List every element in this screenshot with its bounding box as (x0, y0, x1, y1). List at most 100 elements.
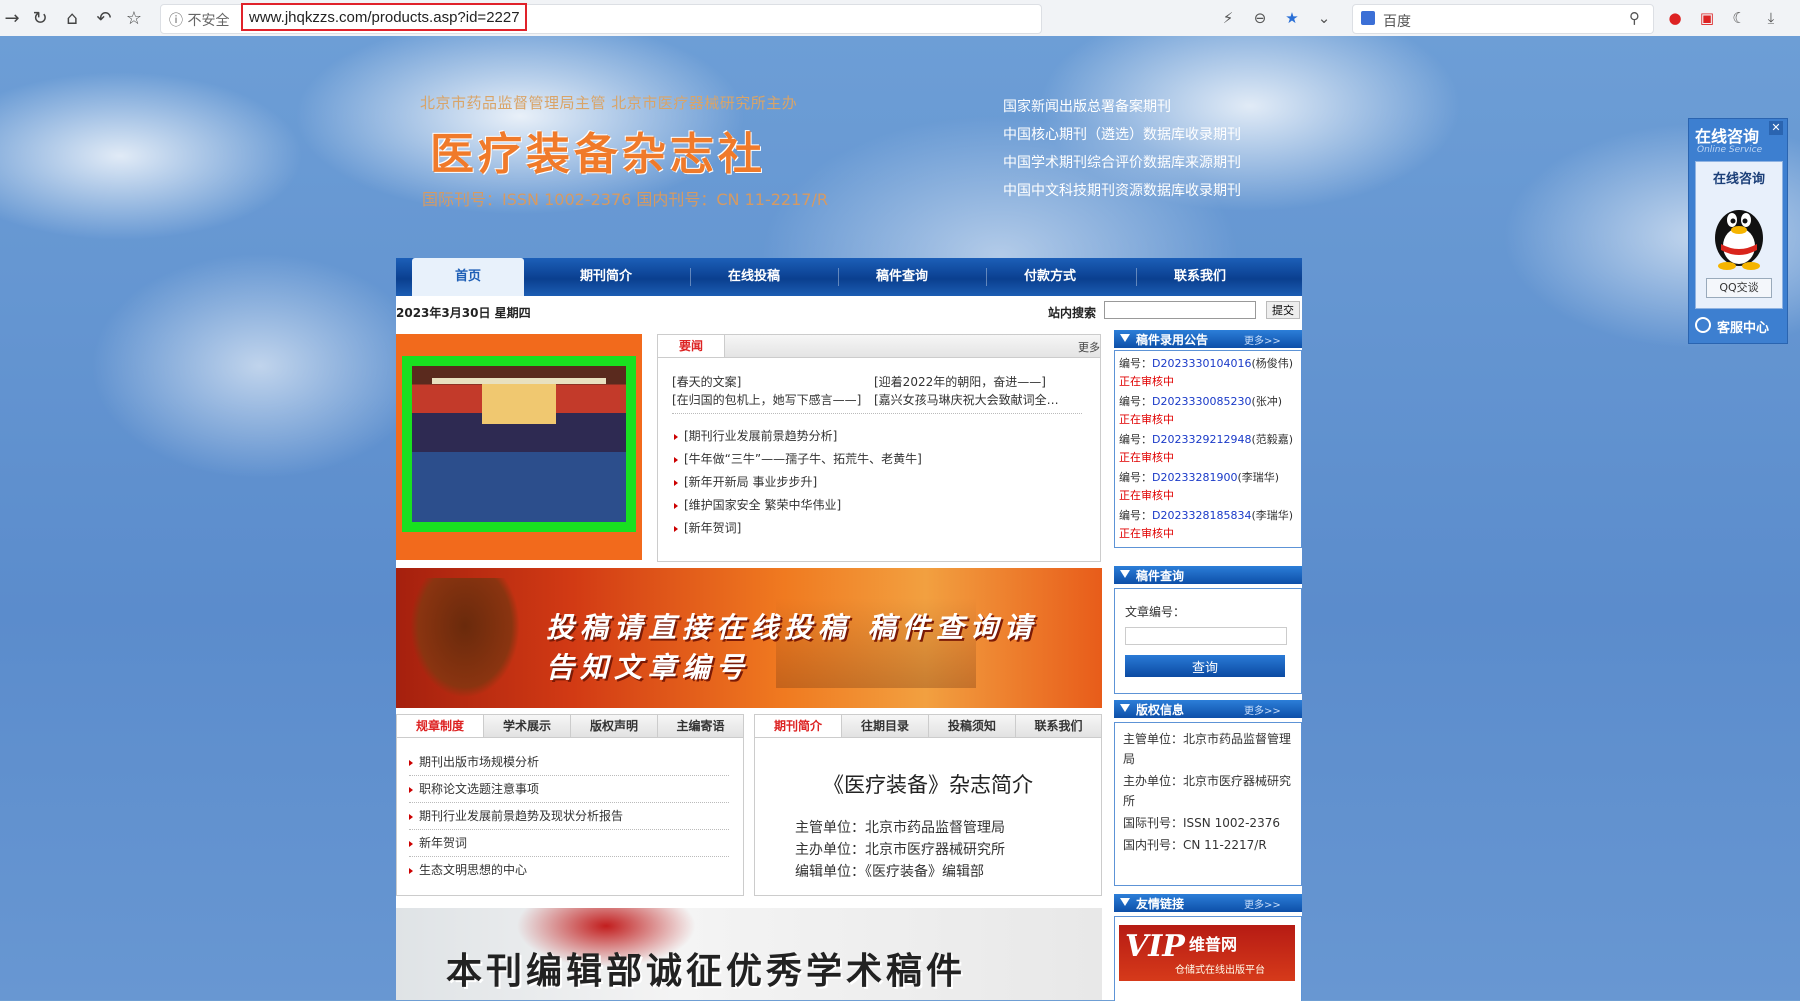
news-tab[interactable]: 要闻 (658, 335, 725, 357)
lion-statue-image (410, 578, 520, 698)
tab-journal-intro[interactable]: 期刊简介 (755, 715, 842, 737)
bookmark-star-icon[interactable]: ★ (1282, 8, 1302, 28)
query-panel: 文章编号： 查询 (1114, 588, 1302, 694)
news-list-item[interactable]: [牛年做“三牛”——孺子牛、拓荒牛、老黄牛] (674, 450, 922, 467)
chevron-down-icon[interactable]: ⌄ (1314, 8, 1334, 28)
undo-icon[interactable]: ↶ (92, 6, 116, 30)
news-divider (672, 413, 1082, 414)
tab-academic[interactable]: 学术展示 (484, 715, 571, 737)
reload-icon[interactable]: ↻ (28, 6, 52, 30)
news-more-link[interactable]: 更多 (1078, 339, 1100, 355)
record-status: 正在审核中 (1119, 489, 1174, 502)
forward-icon[interactable]: → (0, 6, 24, 30)
record-id-line[interactable]: 编号：D2023330104016(杨俊伟) (1119, 355, 1293, 371)
address-bar[interactable]: ⓘ 不安全 www.jhqkzzs.com/products.asp?id=22… (160, 3, 1042, 34)
close-icon[interactable]: ✕ (1769, 121, 1783, 135)
record-id-line[interactable]: 编号：D2023330085230(张冲) (1119, 393, 1282, 409)
records-more-link[interactable]: 更多>> (1244, 332, 1281, 347)
news-list-item[interactable]: [维护国家安全 繁荣中华伟业] (674, 496, 841, 513)
list-item[interactable]: 新年贺词 (409, 834, 729, 857)
query-button[interactable]: 查询 (1125, 655, 1285, 677)
tab-submission-guide[interactable]: 投稿须知 (929, 715, 1016, 737)
query-header: 稿件查询 (1114, 566, 1302, 584)
indexing-line: 中国学术期刊综合评价数据库来源期刊 (1003, 155, 1241, 171)
weibo-icon[interactable]: ● (1665, 8, 1685, 28)
copyright-more-link[interactable]: 更多>> (1244, 702, 1281, 717)
copyright-line: 国内刊号：CN 11-2217/R (1123, 838, 1267, 852)
banner-text-line2: 告知文章编号 (546, 651, 751, 684)
list-item[interactable]: 期刊出版市场规模分析 (409, 753, 729, 776)
copyright-title: 版权信息 (1136, 703, 1185, 717)
record-id-line[interactable]: 编号：D2023328185834(李瑞华) (1119, 507, 1293, 523)
browser-search-box[interactable]: 百度 ⚲ (1352, 4, 1654, 34)
query-title: 稿件查询 (1136, 569, 1185, 583)
news-list-item[interactable]: [新年贺词] (674, 519, 741, 536)
tab-regulations[interactable]: 规章制度 (397, 715, 484, 737)
url-text[interactable]: www.jhqkzzs.com/products.asp?id=2227 (249, 9, 520, 26)
news-headline[interactable]: [春天的文案] (672, 373, 872, 390)
browser-toolbar: → ↻ ⌂ ↶ ☆ ⓘ 不安全 www.jhqkzzs.com/products… (0, 0, 1800, 37)
news-headline[interactable]: [迎着2022年的朝阳，奋进——] (874, 373, 1094, 390)
nav-journal-intro[interactable]: 期刊简介 (550, 258, 662, 296)
article-id-label: 文章编号： (1125, 605, 1186, 619)
news-headline[interactable]: [嘉兴女孩马琳庆祝大会致献词全… (874, 391, 1094, 408)
record-id-line[interactable]: 编号：D20233281900(李瑞华) (1119, 469, 1279, 485)
tab-copyright[interactable]: 版权声明 (571, 715, 658, 737)
records-header: 稿件录用公告 更多>> (1114, 330, 1302, 348)
tab-contact[interactable]: 联系我们 (1016, 715, 1101, 737)
main-content: 2023年3月30日 星期四 站内搜索 提交 要闻 更多 [春天的文案] [在归… (396, 296, 1302, 1001)
zoom-icon[interactable]: ⊖ (1250, 8, 1270, 28)
service-center-label[interactable]: 客服中心 (1717, 317, 1769, 336)
moon-icon[interactable]: ☾ (1729, 8, 1749, 28)
intro-line: 编辑单位：《医疗装备》编辑部 (795, 864, 984, 880)
intro-line: 主办单位：北京市医疗器械研究所 (795, 842, 1005, 858)
links-title: 友情链接 (1136, 897, 1185, 911)
lightning-icon[interactable]: ⚡ (1218, 8, 1238, 28)
submission-banner[interactable]: 投稿请直接在线投稿 稿件查询请 告知文章编号 (396, 568, 1102, 708)
call-for-papers-banner[interactable]: 本刊编辑部诚征优秀学术稿件 (396, 908, 1102, 1000)
record-id-line[interactable]: 编号：D2023329212948(范毅嘉) (1119, 431, 1293, 447)
nav-separator (986, 268, 987, 286)
vip-logo-link[interactable]: VIP 维普网 仓储式在线出版平台 (1119, 925, 1295, 981)
indexing-line: 中国核心期刊（遴选）数据库收录期刊 (1003, 127, 1241, 143)
nav-submit[interactable]: 在线投稿 (698, 258, 810, 296)
news-headline[interactable]: [在归国的包机上，她写下感言——] (672, 391, 872, 408)
list-item[interactable]: 期刊行业发展前景趋势及现状分析报告 (409, 807, 729, 830)
links-more-link[interactable]: 更多>> (1244, 896, 1281, 911)
tab-editor-message[interactable]: 主编寄语 (658, 715, 743, 737)
nav-separator (1136, 268, 1137, 286)
news-box-header: 要闻 更多 (658, 335, 1100, 358)
nav-payment[interactable]: 付款方式 (994, 258, 1106, 296)
triangle-icon (1120, 898, 1130, 906)
banner-text-line1: 投稿请直接在线投稿 稿件查询请 (546, 611, 1038, 644)
nav-contact[interactable]: 联系我们 (1144, 258, 1256, 296)
tab-past-issues[interactable]: 往期目录 (842, 715, 929, 737)
list-item[interactable]: 职称论文选题注意事项 (409, 780, 729, 803)
nav-home[interactable]: 首页 (412, 258, 524, 296)
qq-penguin-icon (1715, 210, 1763, 270)
security-indicator[interactable]: ⓘ 不安全 (169, 10, 229, 30)
copyright-line: 主管单位：北京市药品监督管理局 (1123, 732, 1292, 766)
news-photo[interactable] (402, 356, 636, 532)
list-item[interactable]: 生态文明思想的中心 (409, 861, 729, 883)
news-list-item[interactable]: [期刊行业发展前景趋势分析] (674, 427, 837, 444)
record-status: 正在审核中 (1119, 527, 1174, 540)
home-icon[interactable]: ⌂ (60, 6, 84, 30)
article-id-input[interactable] (1125, 627, 1287, 645)
vip-logo-subtitle: 仓储式在线出版平台 (1175, 965, 1265, 976)
record-status: 正在审核中 (1119, 413, 1174, 426)
download-icon[interactable]: ⤓ (1761, 8, 1781, 28)
links-panel: VIP 维普网 仓储式在线出版平台 (1114, 916, 1302, 1001)
star-outline-icon[interactable]: ☆ (122, 6, 146, 30)
current-date: 2023年3月30日 星期四 (396, 306, 531, 320)
nav-query[interactable]: 稿件查询 (846, 258, 958, 296)
qq-chat-button[interactable]: QQ交谈 (1706, 278, 1772, 298)
search-icon[interactable]: ⚲ (1629, 9, 1640, 27)
regulations-box: 规章制度 学术展示 版权声明 主编寄语 期刊出版市场规模分析 职称论文选题注意事… (396, 714, 744, 896)
header-sponsor: 北京市药品监督管理局主管 北京市医疗器械研究所主办 (420, 94, 798, 112)
site-search-submit-button[interactable]: 提交 (1266, 301, 1300, 319)
news-list-item[interactable]: [新年开新局 事业步步升] (674, 473, 817, 490)
pdf-icon[interactable]: ▣ (1697, 8, 1717, 28)
triangle-icon (1120, 570, 1130, 578)
site-search-input[interactable] (1104, 301, 1256, 319)
